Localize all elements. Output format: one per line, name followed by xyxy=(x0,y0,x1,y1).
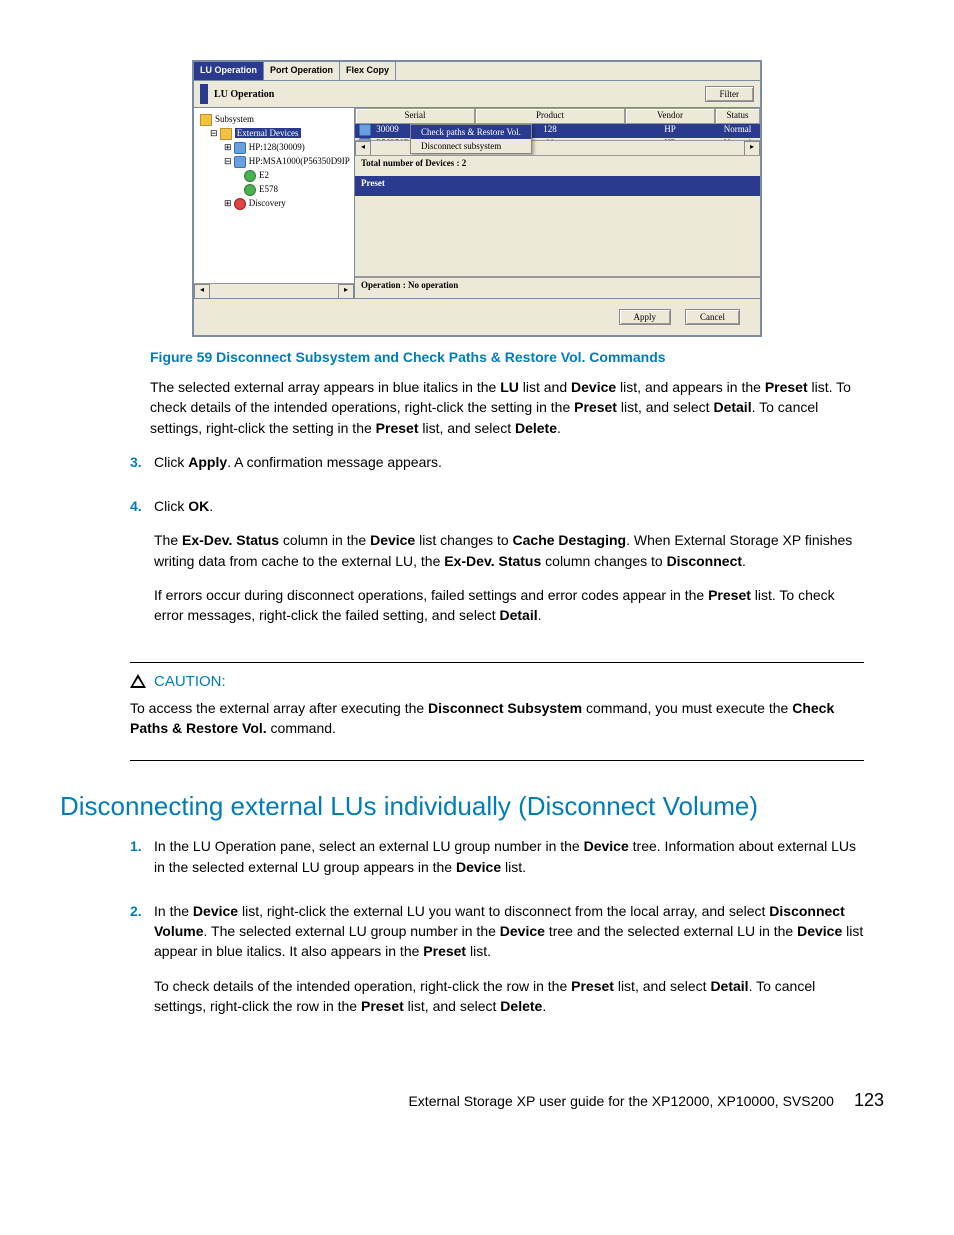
scroll-left-icon[interactable]: ◂ xyxy=(194,284,210,298)
step-1: 1. In the LU Operation pane, select an e… xyxy=(130,836,894,891)
disk-icon xyxy=(244,170,256,182)
tree-item[interactable]: E2 xyxy=(200,168,354,182)
section-heading: Disconnecting external LUs individually … xyxy=(60,791,894,822)
step-number: 4. xyxy=(130,496,154,639)
body-paragraph: The selected external array appears in b… xyxy=(150,377,864,438)
panel-accent xyxy=(200,84,208,104)
step-number: 3. xyxy=(130,452,154,486)
device-tree[interactable]: Subsystem ⊟ External Devices ⊞ HP:128(30… xyxy=(194,108,355,298)
device-icon xyxy=(234,142,246,154)
disk-icon xyxy=(244,184,256,196)
panel-title: LU Operation xyxy=(214,89,705,100)
device-icon xyxy=(234,156,246,168)
preset-list[interactable] xyxy=(355,196,760,277)
menu-check-paths[interactable]: Check paths & Restore Vol. xyxy=(411,125,531,139)
divider xyxy=(130,760,864,761)
scroll-right-icon[interactable]: ▸ xyxy=(744,141,760,155)
preset-header: Preset xyxy=(355,176,760,196)
tree-item[interactable]: ⊞ HP:128(30009) xyxy=(200,140,354,154)
scroll-right-icon[interactable]: ▸ xyxy=(338,284,354,298)
app-screenshot: LU Operation Port Operation Flex Copy LU… xyxy=(192,60,762,337)
col-serial[interactable]: Serial xyxy=(355,108,475,124)
page-number: 123 xyxy=(854,1090,884,1111)
caution-label: CAUTION: xyxy=(154,673,226,690)
filter-button[interactable]: Filter xyxy=(705,86,755,102)
col-vendor[interactable]: Vendor xyxy=(625,108,715,124)
tree-root[interactable]: Subsystem xyxy=(200,112,354,126)
step-3: 3. Click Apply. A confirmation message a… xyxy=(130,452,894,486)
apply-button[interactable]: Apply xyxy=(619,309,672,325)
context-menu[interactable]: Check paths & Restore Vol. Disconnect su… xyxy=(410,124,532,154)
cancel-button[interactable]: Cancel xyxy=(685,309,740,325)
folder-icon xyxy=(220,128,232,140)
caution-body: To access the external array after execu… xyxy=(130,698,864,739)
operation-status: Operation : No operation xyxy=(355,277,760,298)
tree-ext-devices[interactable]: ⊟ External Devices xyxy=(200,126,354,140)
device-icon xyxy=(359,124,371,136)
device-grid[interactable]: 30009 128 HP Normal P56350D 00 HP Normal… xyxy=(355,124,760,155)
menu-disconnect-subsystem[interactable]: Disconnect subsystem xyxy=(411,139,531,153)
total-devices-label: Total number of Devices : 2 xyxy=(355,155,760,176)
col-status[interactable]: Status xyxy=(715,108,760,124)
tab-port-operation[interactable]: Port Operation xyxy=(264,62,340,80)
caution-icon xyxy=(130,674,146,688)
scroll-left-icon[interactable]: ◂ xyxy=(355,141,371,155)
col-product[interactable]: Product xyxy=(475,108,625,124)
divider xyxy=(130,662,864,663)
step-number: 2. xyxy=(130,901,154,1030)
step-2: 2. In the Device list, right-click the e… xyxy=(130,901,894,1030)
tab-flex-copy[interactable]: Flex Copy xyxy=(340,62,396,80)
tree-item[interactable]: ⊞ Discovery xyxy=(200,196,354,210)
tree-item[interactable]: ⊟ HP:MSA1000(P56350D9IP xyxy=(200,154,354,168)
folder-icon xyxy=(200,114,212,126)
tab-lu-operation[interactable]: LU Operation xyxy=(194,62,264,80)
grid-header: Serial Product Vendor Status xyxy=(355,108,760,124)
tree-scrollbar[interactable]: ◂ ▸ xyxy=(194,283,354,298)
step-number: 1. xyxy=(130,836,154,891)
tree-item[interactable]: E578 xyxy=(200,182,354,196)
tab-bar: LU Operation Port Operation Flex Copy xyxy=(194,62,760,80)
footer-title: External Storage XP user guide for the X… xyxy=(408,1093,833,1109)
figure-caption: Figure 59 Disconnect Subsystem and Check… xyxy=(150,349,894,365)
step-4: 4. Click OK. The Ex-Dev. Status column i… xyxy=(130,496,894,639)
discovery-icon xyxy=(234,198,246,210)
